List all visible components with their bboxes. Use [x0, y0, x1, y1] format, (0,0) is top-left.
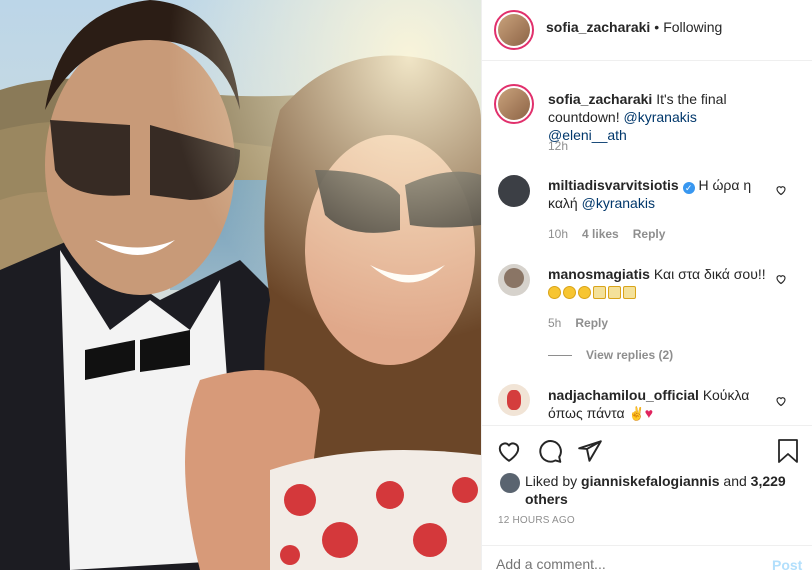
emoji-icon — [593, 286, 606, 299]
likes-summary: Liked by gianniskefalogiannis and 3,229 … — [525, 472, 795, 508]
comment-mention[interactable]: @kyranakis — [582, 195, 655, 211]
like-heart-icon[interactable] — [496, 438, 522, 464]
author-username[interactable]: sofia_zacharaki — [546, 19, 650, 35]
post-comment-button[interactable]: Post — [772, 557, 802, 573]
replies-divider — [548, 355, 572, 356]
selfie-image — [0, 0, 481, 570]
author-avatar[interactable] — [494, 10, 534, 50]
like-comment-heart-icon[interactable] — [775, 184, 787, 196]
comment-time: 5h — [548, 316, 562, 330]
emoji-row — [548, 284, 638, 300]
comment-meta: 5h Reply — [548, 316, 608, 330]
comment-username[interactable]: miltiadisvarvitsiotis — [548, 177, 679, 193]
emoji-icon — [578, 286, 591, 299]
header-user-line: sofia_zacharaki • Following — [546, 19, 722, 35]
comment-bubble-icon[interactable] — [537, 438, 563, 464]
post-timestamp: 12 HOURS AGO — [498, 515, 575, 526]
red-heart-icon: ♥ — [644, 405, 653, 421]
emoji-icon — [608, 286, 621, 299]
comments-list[interactable]: sofia_zacharaki It's the final countdown… — [482, 61, 812, 425]
comment-time: 10h — [548, 227, 569, 241]
reply-button[interactable]: Reply — [575, 316, 608, 330]
emoji-icon — [563, 286, 576, 299]
likes-prefix: Liked by — [525, 473, 578, 489]
caption-mention[interactable]: @kyranakis — [624, 109, 697, 125]
hand-emoji-icon: ✌ — [628, 406, 645, 421]
post-photo[interactable] — [0, 0, 481, 570]
likes-and: and — [723, 473, 747, 489]
comment-likes[interactable]: 4 likes — [582, 227, 619, 241]
liker-avatar[interactable] — [500, 473, 520, 493]
comment-text: Και στα δικά σου!! — [653, 266, 766, 282]
separator-dot: • — [654, 19, 660, 35]
caption-avatar[interactable] — [494, 84, 534, 124]
comment: nadjachamilou_official Κούκλα όπως πάντα… — [548, 386, 778, 423]
commenter-avatar[interactable] — [498, 264, 530, 296]
comment: miltiadisvarvitsiotis ✓ Η ώρα η καλή @ky… — [548, 176, 778, 212]
caption: sofia_zacharaki It's the final countdown… — [548, 90, 758, 144]
share-paper-plane-icon[interactable] — [577, 438, 603, 464]
follow-status-button[interactable]: Following — [663, 19, 722, 35]
post-actions: Liked by gianniskefalogiannis and 3,229 … — [482, 425, 812, 546]
comment-meta: 10h 4 likes Reply — [548, 227, 665, 241]
comment-username[interactable]: nadjachamilou_official — [548, 387, 699, 403]
caption-time: 12h — [548, 139, 569, 153]
liker-username[interactable]: gianniskefalogiannis — [581, 473, 719, 489]
commenter-avatar[interactable] — [498, 175, 530, 207]
emoji-icon — [623, 286, 636, 299]
post-header: sofia_zacharaki • Following — [482, 0, 812, 61]
emoji-icon — [548, 286, 561, 299]
post-side-panel: sofia_zacharaki • Following sofia_zacharak… — [481, 0, 812, 574]
verified-badge-icon: ✓ — [682, 182, 695, 194]
save-bookmark-icon[interactable] — [776, 438, 800, 464]
comment: manosmagiatis Και στα δικά σου!! — [548, 265, 778, 301]
view-replies-button[interactable]: View replies (2) — [586, 348, 673, 362]
comment-input[interactable] — [496, 554, 756, 574]
caption-username[interactable]: sofia_zacharaki — [548, 91, 652, 107]
like-comment-heart-icon[interactable] — [775, 273, 787, 285]
comment-username[interactable]: manosmagiatis — [548, 266, 650, 282]
commenter-avatar[interactable] — [498, 384, 530, 416]
add-comment-bar: Post — [482, 545, 812, 574]
reply-button[interactable]: Reply — [633, 227, 666, 241]
like-comment-heart-icon[interactable] — [775, 395, 787, 407]
